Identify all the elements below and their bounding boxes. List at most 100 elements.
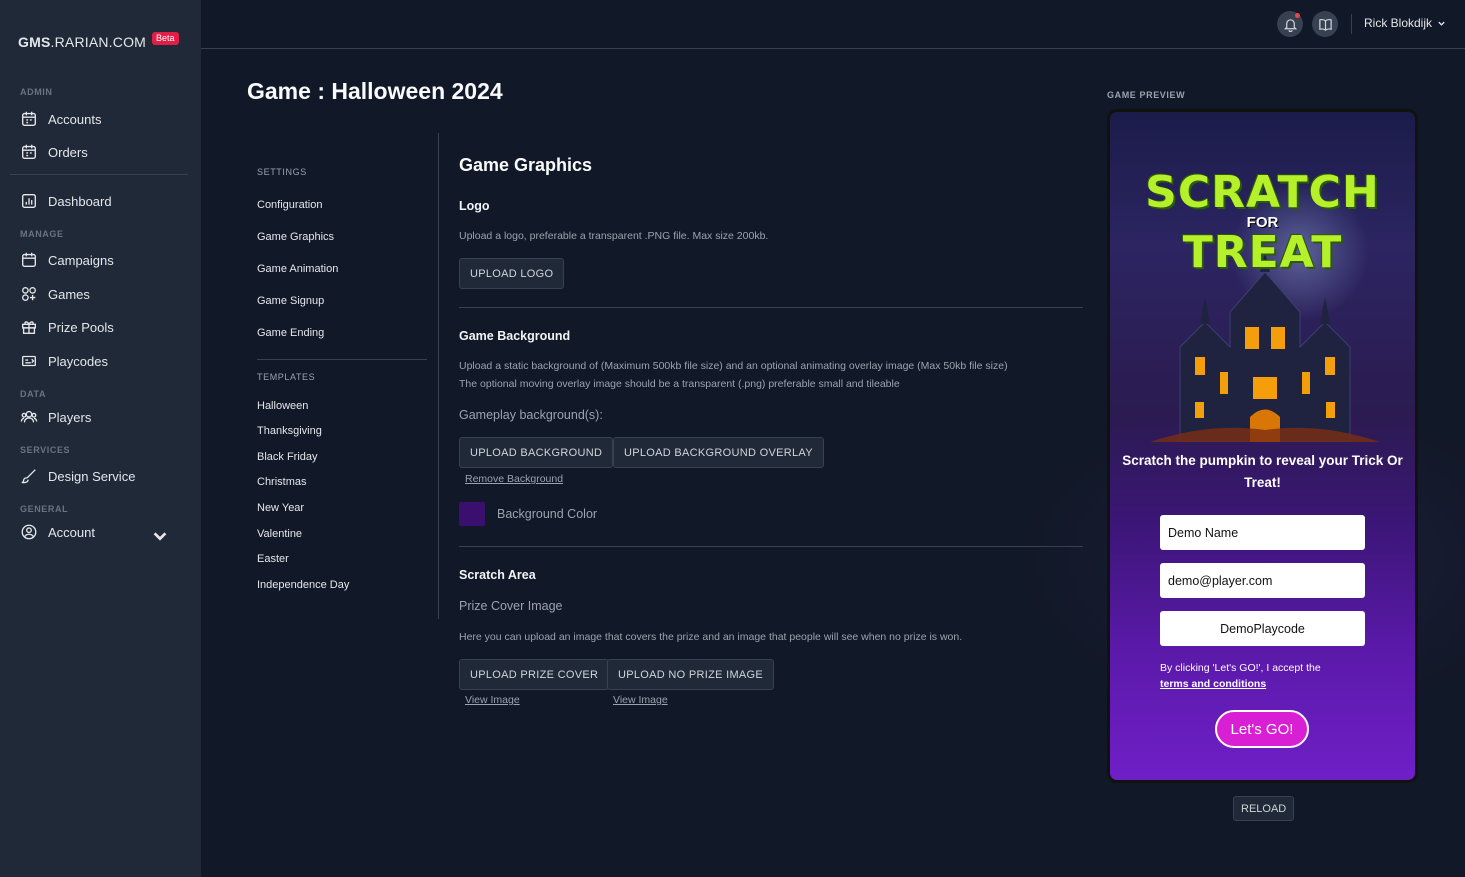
sidebar-item-prize-pools[interactable]: Prize Pools xyxy=(20,315,185,339)
section-admin: ADMIN xyxy=(20,87,53,97)
brand-logo[interactable]: GMS.RARIAN.COM Beta xyxy=(18,32,179,50)
sidebar-item-label: Design Service xyxy=(48,468,136,484)
sidebar-item-label: Orders xyxy=(48,144,88,160)
notification-dot xyxy=(1295,13,1300,18)
background-help-line2: The optional moving overlay image should… xyxy=(459,378,900,390)
background-color-label: Background Color xyxy=(497,507,598,521)
logo-heading: Logo xyxy=(459,199,490,213)
subnav-item-game-graphics[interactable]: Game Graphics xyxy=(257,231,334,243)
subnav-templates-label: TEMPLATES xyxy=(257,372,316,382)
subnav-divider xyxy=(257,359,427,360)
section-services: SERVICES xyxy=(20,445,71,455)
game-logo: SCRATCH FOR TREAT xyxy=(1110,167,1415,278)
upload-background-overlay-button[interactable]: UPLOAD BACKGROUND OVERLAY xyxy=(613,437,824,468)
book-icon xyxy=(1318,18,1332,31)
upload-prize-cover-button[interactable]: UPLOAD PRIZE COVER xyxy=(459,659,610,690)
terms-prefix: By clicking 'Let's GO!', I accept the xyxy=(1160,662,1321,674)
calendar-icon xyxy=(22,252,36,267)
section-manage: MANAGE xyxy=(20,229,64,239)
bell-icon xyxy=(1283,18,1297,32)
game-background-heading: Game Background xyxy=(459,329,571,343)
section-heading: Game Graphics xyxy=(459,155,593,175)
ticket-icon xyxy=(22,355,36,367)
background-color-swatch[interactable] xyxy=(459,502,485,526)
reload-preview-button[interactable]: RELOAD xyxy=(1233,796,1295,821)
sidebar-item-label: Prize Pools xyxy=(48,319,114,335)
sidebar-item-account[interactable]: Account xyxy=(20,520,185,544)
chevron-down-icon xyxy=(1438,21,1445,26)
sidebar: GMS.RARIAN.COM Beta ADMIN Accounts Order… xyxy=(0,0,201,877)
subnav-item-game-signup[interactable]: Game Signup xyxy=(257,295,324,307)
chevron-down-icon xyxy=(153,532,167,541)
template-item-thanksgiving[interactable]: Thanksgiving xyxy=(257,425,322,437)
template-item-valentine[interactable]: Valentine xyxy=(257,528,302,540)
scratch-help-text: Here you can upload an image that covers… xyxy=(459,631,963,643)
upload-no-prize-image-button[interactable]: UPLOAD NO PRIZE IMAGE xyxy=(607,659,775,690)
game-preview-frame: SCRATCH FOR TREAT Scratch the pumpkin to… xyxy=(1107,109,1418,783)
settings-subnav: SETTINGS Configuration Game Graphics Gam… xyxy=(247,133,439,619)
prize-cover-label: Prize Cover Image xyxy=(459,599,563,613)
terms-text: By clicking 'Let's GO!', I accept the te… xyxy=(1160,660,1321,692)
brush-icon xyxy=(21,469,36,484)
subnav-item-configuration[interactable]: Configuration xyxy=(257,199,322,211)
topbar-separator xyxy=(1351,14,1352,34)
sidebar-item-orders[interactable]: Orders xyxy=(20,140,185,164)
sidebar-item-dashboard[interactable]: Dashboard xyxy=(20,189,185,213)
preview-name-input[interactable]: Demo Name xyxy=(1160,515,1365,550)
notifications-button[interactable] xyxy=(1277,11,1303,37)
sidebar-item-accounts[interactable]: Accounts xyxy=(20,107,185,131)
game-preview-label: GAME PREVIEW xyxy=(1107,90,1186,100)
view-no-prize-image-link[interactable]: View Image xyxy=(613,694,668,706)
brand-name: GMS.RARIAN.COM xyxy=(18,34,147,50)
beta-badge: Beta xyxy=(152,32,179,45)
user-name: Rick Blokdijk xyxy=(1364,16,1433,30)
sidebar-item-label: Account xyxy=(48,524,95,540)
sidebar-item-label: Playcodes xyxy=(48,353,108,369)
subnav-item-game-ending[interactable]: Game Ending xyxy=(257,327,324,339)
preview-playcode-input[interactable]: DemoPlaycode xyxy=(1160,611,1365,646)
template-item-black-friday[interactable]: Black Friday xyxy=(257,451,318,463)
template-item-easter[interactable]: Easter xyxy=(257,553,289,565)
sidebar-item-playcodes[interactable]: Playcodes xyxy=(20,349,185,373)
terms-link[interactable]: terms and conditions xyxy=(1160,678,1266,690)
sidebar-item-label: Games xyxy=(48,286,90,302)
user-menu[interactable]: Rick Blokdijk xyxy=(1364,16,1446,30)
topbar: Rick Blokdijk xyxy=(201,0,1465,49)
sidebar-item-label: Dashboard xyxy=(48,193,112,209)
grid-icon xyxy=(22,287,36,301)
sidebar-item-players[interactable]: Players xyxy=(20,405,185,429)
gameplay-background-label: Gameplay background(s): xyxy=(459,408,603,422)
logo-line-1: SCRATCH xyxy=(1145,167,1380,218)
sidebar-item-games[interactable]: Games xyxy=(20,282,185,306)
sidebar-item-campaigns[interactable]: Campaigns xyxy=(20,248,185,272)
section-divider xyxy=(459,546,1083,547)
template-item-new-year[interactable]: New Year xyxy=(257,502,304,514)
sidebar-item-label: Campaigns xyxy=(48,252,114,268)
sidebar-item-label: Accounts xyxy=(48,111,102,127)
user-circle-icon xyxy=(21,524,37,540)
logo-help-text: Upload a logo, preferable a transparent … xyxy=(459,230,769,242)
sidebar-divider xyxy=(10,174,188,175)
template-item-halloween[interactable]: Halloween xyxy=(257,400,308,412)
section-general: GENERAL xyxy=(20,504,69,514)
logo-line-2: TREAT xyxy=(1182,227,1343,278)
remove-background-link[interactable]: Remove Background xyxy=(465,473,563,485)
lets-go-button[interactable]: Let's GO! xyxy=(1215,710,1309,748)
template-item-independence-day[interactable]: Independence Day xyxy=(257,579,349,591)
docs-button[interactable] xyxy=(1312,11,1338,37)
upload-background-button[interactable]: UPLOAD BACKGROUND xyxy=(459,437,614,468)
sidebar-item-label: Players xyxy=(48,409,92,425)
section-divider xyxy=(459,307,1083,308)
game-instruction-text: Scratch the pumpkin to reveal your Trick… xyxy=(1122,453,1403,490)
chart-icon xyxy=(22,194,36,208)
subnav-settings-label: SETTINGS xyxy=(257,167,307,177)
haunted-house-illustration xyxy=(1150,252,1380,442)
subnav-item-game-animation[interactable]: Game Animation xyxy=(257,263,338,275)
view-prize-cover-link[interactable]: View Image xyxy=(465,694,520,706)
upload-logo-button[interactable]: UPLOAD LOGO xyxy=(459,258,565,289)
sidebar-item-design-service[interactable]: Design Service xyxy=(20,464,185,488)
preview-email-input[interactable]: demo@player.com xyxy=(1160,563,1365,598)
template-item-christmas[interactable]: Christmas xyxy=(257,476,307,488)
gift-icon xyxy=(22,321,36,334)
scratch-area-heading: Scratch Area xyxy=(459,568,536,582)
